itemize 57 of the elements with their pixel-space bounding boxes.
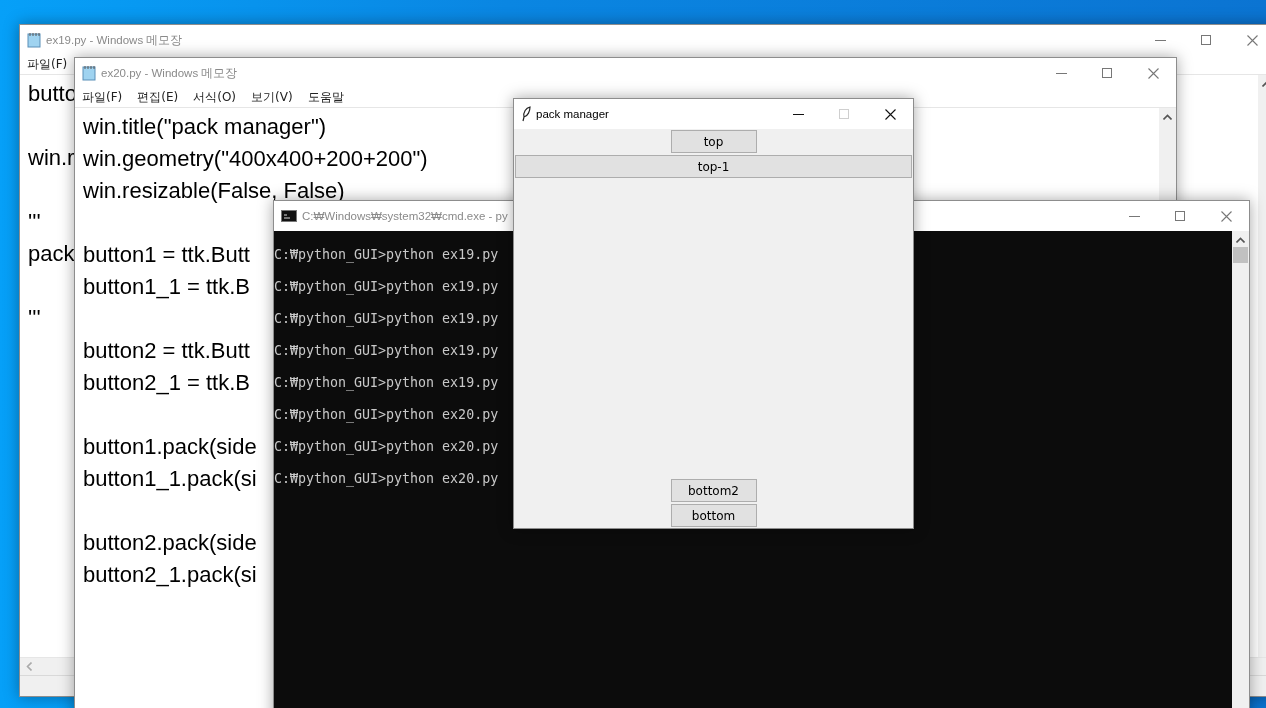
code-line: button1.pack(side (83, 433, 257, 461)
maximize-icon (839, 109, 849, 119)
close-icon (1246, 34, 1258, 46)
console-line: C:₩python_GUI>python ex20.py (274, 470, 499, 489)
console-line: C:₩python_GUI>python ex19.py (274, 310, 499, 329)
notepad-icon (82, 65, 96, 81)
minimize-icon (1055, 72, 1067, 74)
maximize-icon (1201, 35, 1211, 45)
close-icon (1147, 67, 1159, 79)
minimize-icon (792, 113, 804, 115)
scroll-up-icon[interactable] (1236, 237, 1245, 243)
console-icon (281, 210, 297, 222)
menu-item[interactable]: 파일(F) (22, 56, 73, 73)
menu-item[interactable]: 보기(V) (246, 89, 298, 106)
code-line: button2.pack(side (83, 529, 257, 557)
tk-button[interactable]: bottom (670, 504, 757, 527)
console-line: C:₩python_GUI>python ex20.py (274, 438, 499, 457)
code-line: win.r (28, 144, 75, 172)
menu-item[interactable]: 도움말 (302, 89, 349, 106)
close-icon (1220, 210, 1232, 222)
code-line: win.resizable(False, False) (83, 177, 345, 205)
console-line: C:₩python_GUI>python ex20.py (274, 406, 499, 425)
code-line: button2_1 = ttk.B (83, 369, 250, 397)
code-line: button1_1 = ttk.B (83, 273, 250, 301)
code-line: button1_1.pack(si (83, 465, 257, 493)
notepad-icon (27, 32, 41, 48)
scroll-left-icon[interactable] (26, 662, 32, 671)
window-title: C:₩Windows₩system32₩cmd.exe - py (302, 210, 508, 222)
window-title: pack manager (536, 108, 609, 120)
minimize-icon (1154, 39, 1166, 41)
console-line: C:₩python_GUI>python ex19.py (274, 278, 499, 297)
maximize-icon (1175, 211, 1185, 221)
feather-icon (521, 106, 531, 122)
code-line: win.title("pack manager") (83, 113, 327, 141)
menu-item[interactable]: 편집(E) (132, 89, 184, 106)
tk-button[interactable]: top (670, 130, 757, 153)
tk-button[interactable]: top-1 (515, 155, 912, 178)
code-line: button2_1.pack(si (83, 561, 257, 589)
code-line: ''' (28, 304, 41, 332)
maximize-icon (1102, 68, 1112, 78)
code-line: win.geometry("400x400+200+200") (83, 145, 428, 173)
scrollbar-thumb[interactable] (1233, 247, 1248, 263)
tk-button[interactable]: bottom2 (670, 479, 757, 502)
menu-item[interactable]: 서식(O) (188, 89, 242, 106)
menu-item[interactable]: 파일(F) (77, 89, 128, 106)
code-line: button1 = ttk.Butt (83, 241, 250, 269)
code-line: ''' (28, 208, 41, 236)
minimize-icon (1128, 215, 1140, 217)
code-line: button2 = ttk.Butt (83, 337, 250, 365)
console-line: C:₩python_GUI>python ex19.py (274, 246, 499, 265)
code-line: pack (28, 240, 75, 268)
window-title: ex20.py - Windows 메모장 (101, 65, 238, 81)
window-title: ex19.py - Windows 메모장 (46, 32, 183, 48)
console-line: C:₩python_GUI>python ex19.py (274, 374, 499, 393)
scroll-up-icon[interactable] (1163, 114, 1172, 120)
console-line: C:₩python_GUI>python ex19.py (274, 342, 499, 361)
close-icon (884, 108, 896, 120)
